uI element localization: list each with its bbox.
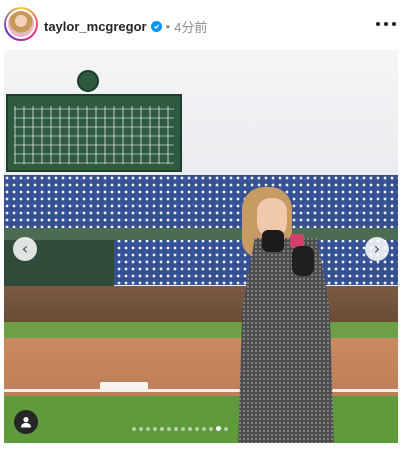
photo-grass-strip	[4, 322, 398, 338]
post-time[interactable]: 4分前	[174, 17, 207, 36]
carousel-dot	[146, 426, 150, 431]
user-tag-icon[interactable]	[14, 410, 38, 434]
username-link[interactable]: taylor_mcgregor	[44, 19, 147, 34]
carousel-dot	[160, 426, 164, 431]
avatar-image	[8, 11, 34, 37]
carousel-dot	[153, 426, 157, 431]
photo-person-neck	[262, 230, 284, 252]
verified-badge-icon	[150, 21, 162, 32]
photo-wall	[4, 286, 398, 322]
separator-dot: •	[165, 19, 171, 34]
more-dot	[392, 22, 396, 26]
avatar[interactable]	[4, 7, 38, 41]
user-row: taylor_mcgregor • 4分前	[44, 17, 207, 36]
photo-scoreboard	[6, 94, 182, 172]
post-header: taylor_mcgregor • 4分前	[0, 0, 408, 50]
carousel-dot	[224, 426, 228, 431]
photo-clock	[77, 70, 99, 92]
carousel-dot	[167, 426, 171, 431]
photo-grass	[4, 396, 398, 443]
photo-stands-band	[4, 228, 398, 240]
more-options-icon[interactable]	[376, 17, 396, 31]
photo-base	[100, 382, 148, 390]
avatar-border	[6, 9, 36, 39]
carousel-dot	[195, 426, 199, 431]
photo-baseline	[4, 389, 398, 392]
carousel-dot	[188, 426, 192, 431]
chevron-right-icon[interactable]: ›	[365, 237, 389, 261]
carousel-indicator	[132, 426, 228, 431]
more-dot	[376, 22, 380, 26]
carousel-dot	[181, 426, 185, 431]
chevron-left-icon[interactable]: ‹	[13, 237, 37, 261]
carousel-dot	[132, 426, 136, 431]
post-photo[interactable]: ‹ ›	[4, 50, 398, 443]
carousel-dot-active	[216, 426, 221, 431]
photo-infield-dirt	[4, 338, 398, 396]
more-dot	[384, 22, 388, 26]
carousel-dot	[202, 426, 206, 431]
photo-glove	[292, 246, 314, 276]
carousel-dot	[174, 426, 178, 431]
carousel-dot	[139, 426, 143, 431]
carousel-dot	[209, 426, 213, 431]
scoreboard-grid	[14, 106, 174, 164]
